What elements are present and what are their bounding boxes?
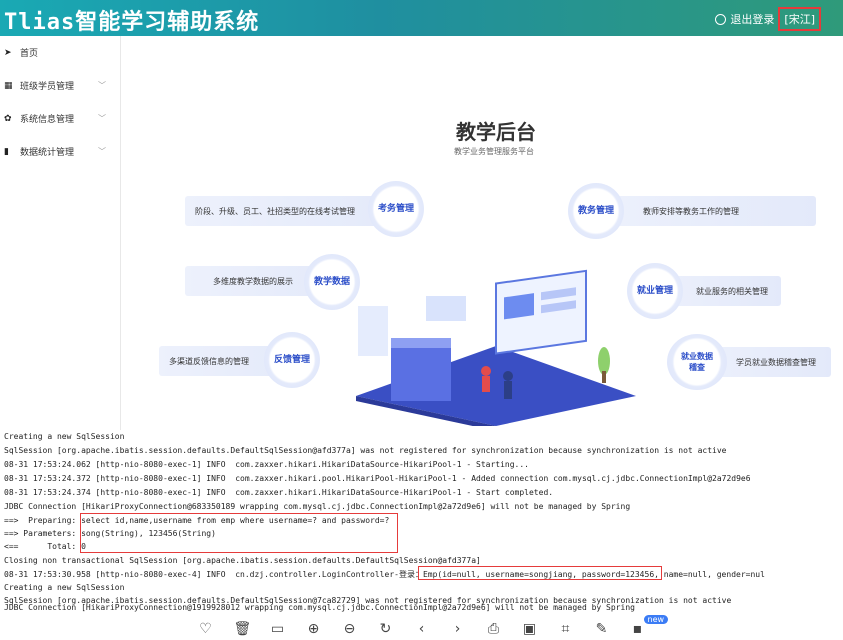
page-title: 教学后台 [456,120,536,144]
feature-name: 教务管理 [577,206,614,216]
edit-icon[interactable]: ✎ [594,621,610,637]
sidebar-item-class[interactable]: ▦ 班级学员管理 ﹀ [0,69,120,102]
log-line: JDBC Connection [HikariProxyConnection@1… [4,603,635,612]
logout-link[interactable]: 退出登录 [730,11,774,27]
page-subtitle: 教学业务管理服务平台 [454,147,534,156]
prev-icon[interactable]: ‹ [414,621,430,637]
sidebar-item-label: 数据统计管理 [20,148,75,158]
emp-highlight-box [418,566,662,580]
feature-circle: 考务管理 [368,181,424,237]
log-line: 08-31 17:53:24.372 [http-nio-8080-exec-1… [4,474,751,483]
feature-circle: 反馈管理 [264,332,320,388]
sidebar: ➤ 首页 ▦ 班级学员管理 ﹀ ✿ 系统信息管理 ﹀ ▮ 数据统计管理 ﹀ [0,36,121,430]
sidebar-item-system[interactable]: ✿ 系统信息管理 ﹀ [0,102,120,135]
log-line-total: <== Total: 0 [4,542,86,551]
feature-desc: 就业服务的相关管理 [696,286,768,296]
apps-icon[interactable]: ▪ new [630,615,669,637]
grid-icon: ▦ [4,80,13,91]
crop-icon[interactable]: ⌗ [558,621,574,637]
send-icon: ➤ [4,47,12,58]
sidebar-item-label: 系统信息管理 [20,115,75,125]
log-line: Closing non transactional SqlSession [or… [4,556,481,565]
image-viewer-toolbar: ♡ 🗑 ▭ ⊕ ⊖ ↻ ‹ › ⎙ ▣ ⌗ ✎ ▪ new [0,615,843,640]
log-line: 08-31 17:53:24.374 [http-nio-8080-exec-1… [4,488,554,497]
next-icon[interactable]: › [450,621,466,637]
heart-icon[interactable]: ♡ [198,621,214,637]
new-badge: new [643,615,669,624]
logout-icon[interactable] [715,13,727,25]
zoom-out-icon[interactable]: ⊖ [342,621,358,637]
log-line: SqlSession [org.apache.ibatis.session.de… [4,446,727,455]
main-content: 教学后台 教学业务管理服务平台 阶段、升级、员工、社招类型的在线考试管理 考务管… [121,36,843,430]
trash-icon[interactable]: 🗑 [234,621,252,637]
sidebar-item-home[interactable]: ➤ 首页 [0,36,120,69]
log-line: 08-31 17:53:24.062 [http-nio-8080-exec-1… [4,460,529,469]
sidebar-item-stats[interactable]: ▮ 数据统计管理 ﹀ [0,135,120,168]
chevron-down-icon: ﹀ [98,114,106,123]
frame-icon[interactable]: ▭ [270,621,286,637]
gear-icon: ✿ [4,113,12,124]
zoom-in-icon[interactable]: ⊕ [306,621,322,637]
sql-highlight-box [80,513,398,553]
feature-name: 考务管理 [377,204,414,214]
bar-chart-icon: ▮ [4,146,9,157]
print-icon[interactable]: ⎙ [486,621,502,637]
app-header: Tlias智能学习辅助系统 退出登录 [宋江] [0,0,843,36]
platform-illustration [356,269,636,426]
chevron-down-icon: ﹀ [98,81,106,90]
feature-desc: 阶段、升级、员工、社招类型的在线考试管理 [195,206,355,216]
feature-desc: 多渠道反馈信息的管理 [169,356,249,366]
log-line: Creating a new SqlSession [4,432,125,441]
feature-desc: 多维度教学数据的展示 [213,276,293,286]
log-line: Creating a new SqlSession [4,583,125,592]
log-line: JDBC Connection [HikariProxyConnection@6… [4,502,631,511]
feature-name: 反馈管理 [273,355,310,365]
chevron-down-icon: ﹀ [98,147,106,156]
feature-circle: 教务管理 [568,183,624,239]
console-output: Creating a new SqlSession SqlSession [or… [0,430,843,610]
feature-desc: 学员就业数据稽查管理 [736,357,816,367]
sidebar-item-label: 首页 [20,49,39,59]
feature-desc-bar: 教师安排等教务工作的管理 [591,196,816,226]
sidebar-item-label: 班级学员管理 [20,82,75,92]
feature-name: 就业数据稽查 [681,352,713,372]
image-icon[interactable]: ▣ [522,621,538,637]
current-user: [宋江] [778,7,821,31]
rotate-icon[interactable]: ↻ [378,621,394,637]
feature-circle: 就业数据稽查 [667,334,727,390]
app-title: Tlias智能学习辅助系统 [4,10,260,35]
feature-desc: 教师安排等教务工作的管理 [643,206,739,216]
